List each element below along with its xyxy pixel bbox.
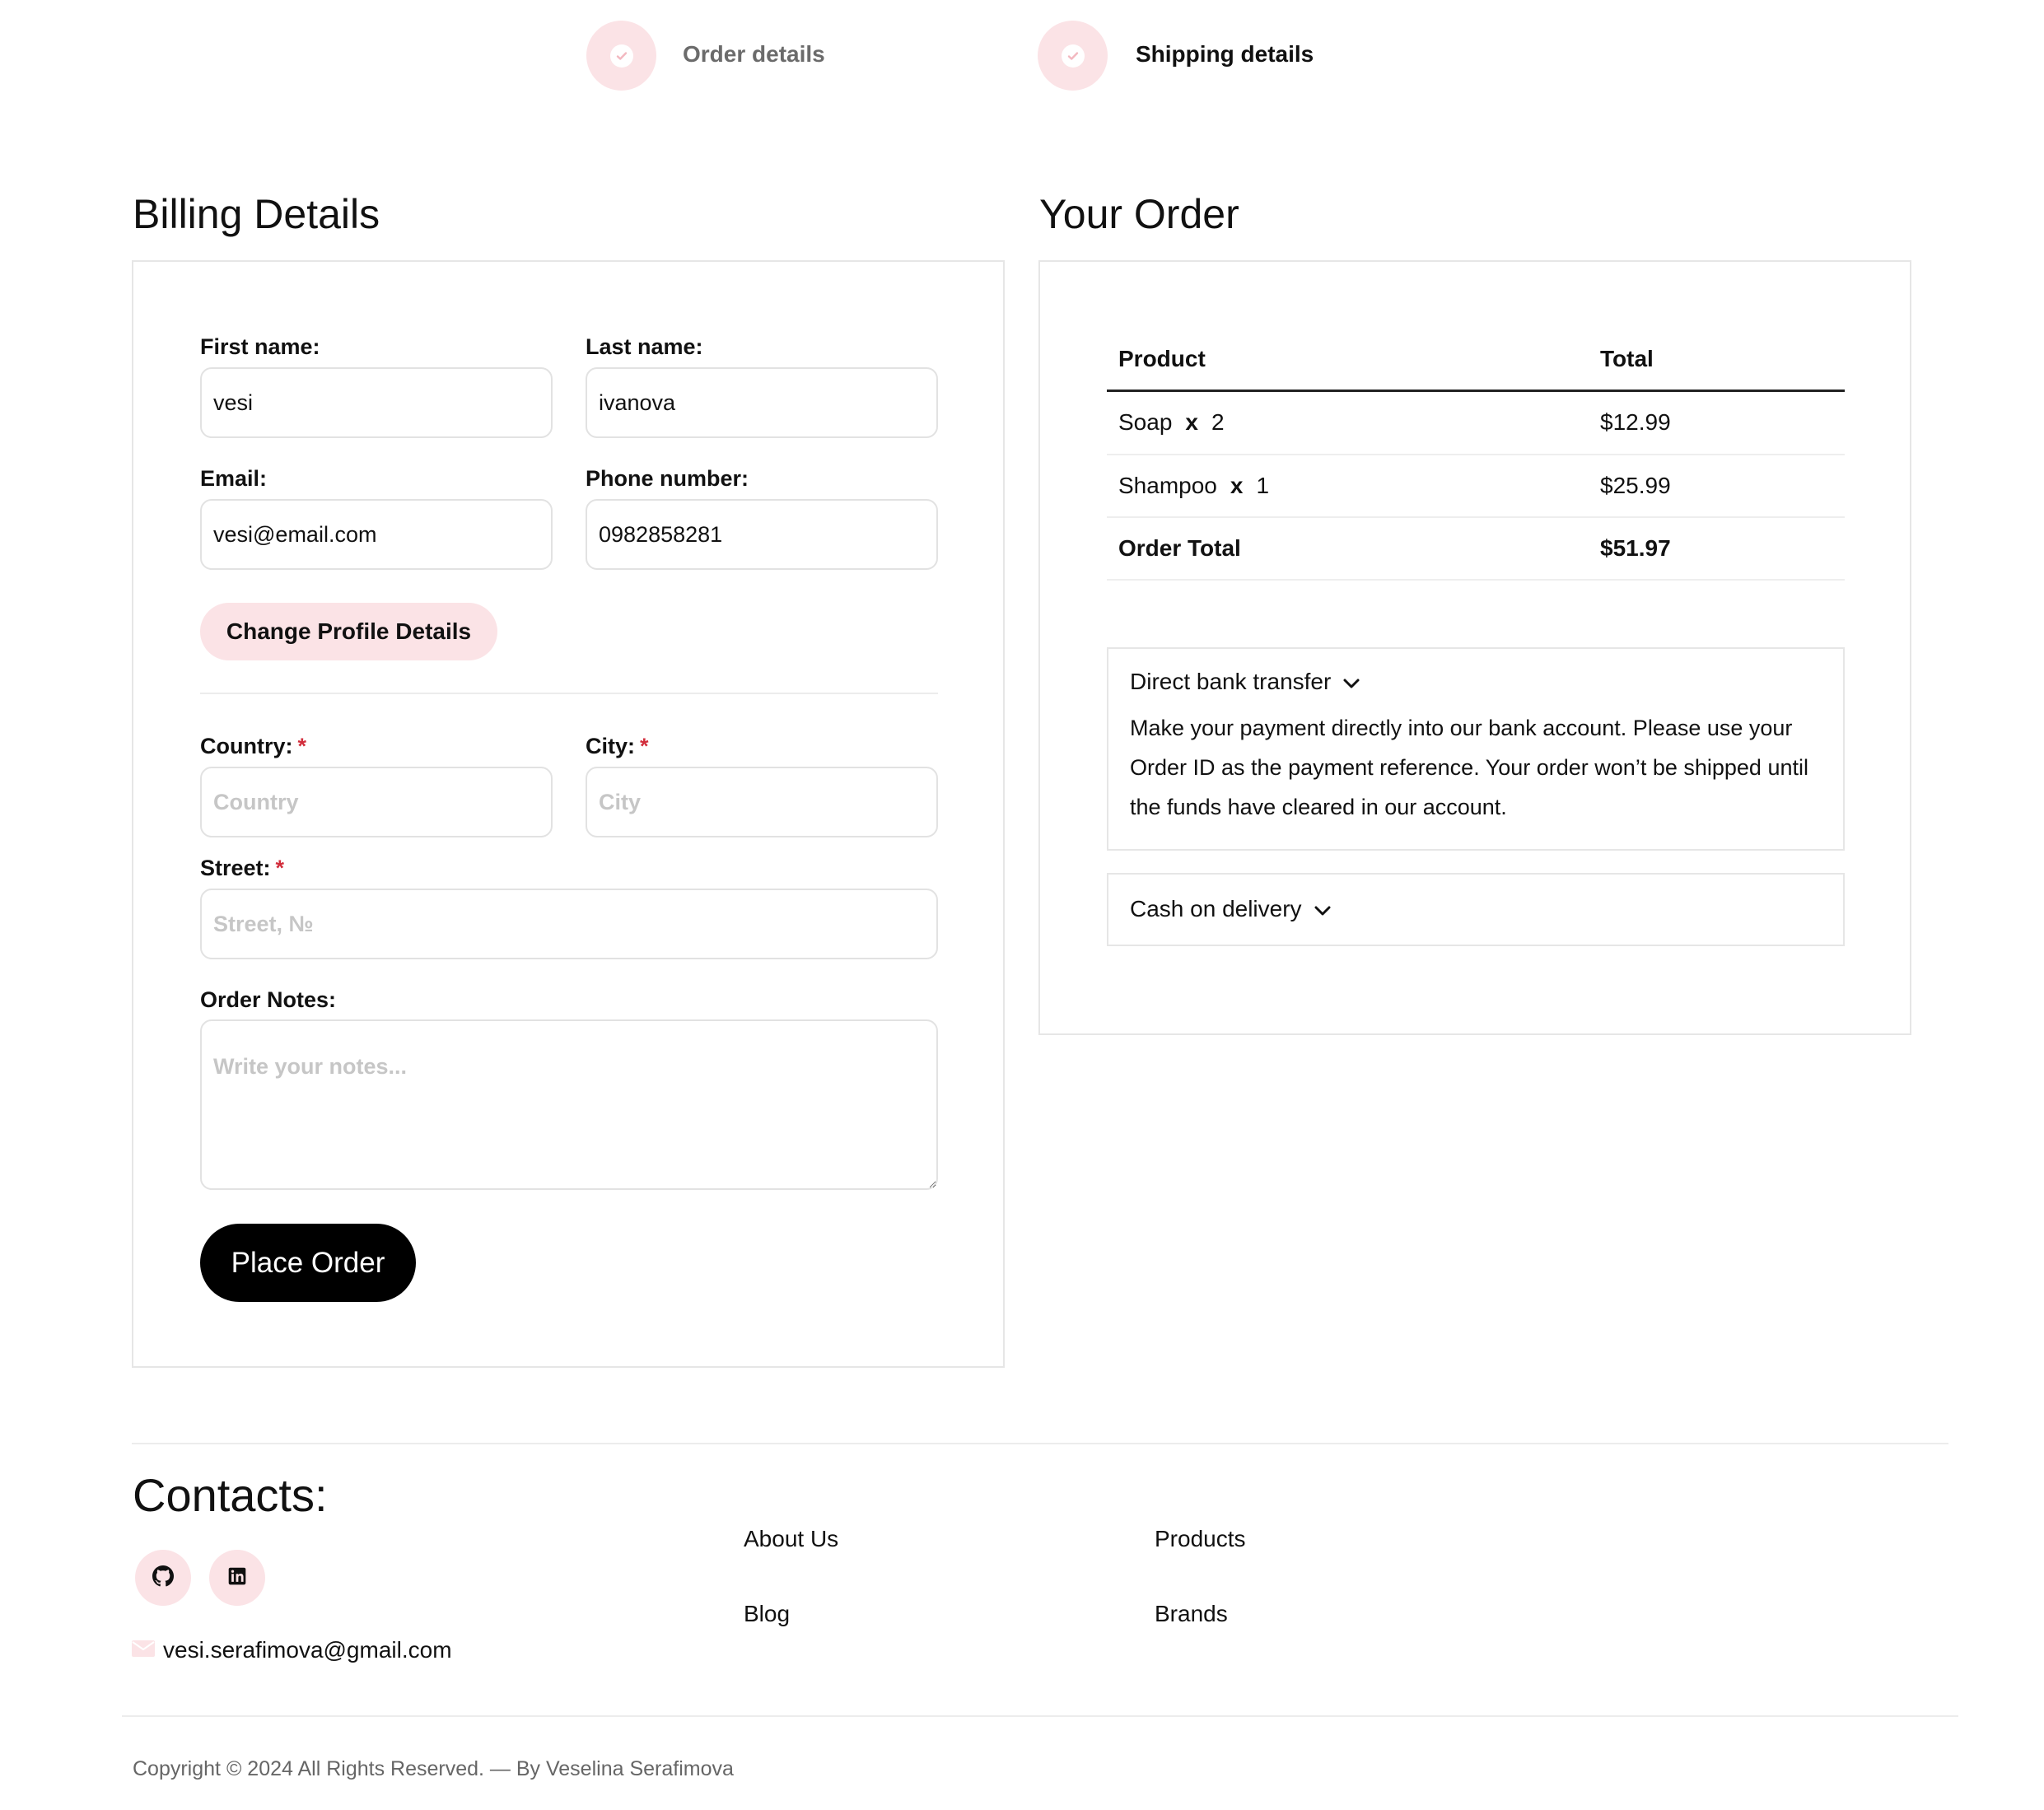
phone-label: Phone number: [586,466,749,491]
column-header-total: Total [1600,346,1654,371]
product-total: $25.99 [1600,473,1671,498]
column-header-product: Product [1118,346,1206,371]
street-label-text: Street: [200,856,271,880]
table-row-divider [1107,454,1845,455]
footer-bottom-divider [122,1715,1958,1717]
notes-label: Order Notes: [200,987,337,1012]
product-name: Soap [1118,409,1173,435]
product-name: Shampoo [1118,473,1217,498]
table-row-divider [1107,516,1845,518]
step-label-order-details: Order details [683,41,825,67]
chevron-down-icon [1342,669,1360,695]
order-total-value: $51.97 [1600,535,1671,561]
email-label: Email: [200,466,268,491]
first-name-label: First name: [200,334,320,359]
street-label: Street: * [200,855,284,881]
city-label: City: * [586,733,649,759]
footer-link-brands[interactable]: Brands [1155,1601,1228,1627]
email-input[interactable] [200,499,553,570]
contacts-title: Contacts: [133,1469,328,1521]
first-name-input[interactable] [200,367,553,438]
required-mark: * [297,734,306,758]
street-input[interactable] [200,889,938,959]
footer-link-about-us[interactable]: About Us [744,1526,838,1552]
times-sign: x [1230,473,1244,498]
bank-transfer-description: Make your payment directly into our bank… [1130,716,1808,819]
check-icon [609,44,633,68]
linkedin-link[interactable] [209,1550,265,1606]
footer-link-products[interactable]: Products [1155,1526,1246,1552]
table-row-product: Shampoo x 1 [1118,473,1269,499]
contact-email[interactable]: vesi.serafimova@gmail.com [132,1637,452,1663]
github-link[interactable] [135,1550,191,1606]
bank-transfer-title: Direct bank transfer [1130,669,1332,694]
required-mark: * [275,856,285,880]
times-sign: x [1185,409,1198,435]
product-quantity: 1 [1256,473,1270,498]
step-circle [1038,21,1108,91]
form-divider [200,693,938,694]
order-title: Your Order [1039,191,1239,237]
last-name-input[interactable] [586,367,938,438]
cash-on-delivery-title: Cash on delivery [1130,896,1302,921]
bank-transfer-toggle[interactable]: Direct bank transfer [1130,669,1360,695]
country-label: Country: * [200,733,306,759]
contact-email-text: vesi.serafimova@gmail.com [163,1637,452,1663]
table-row-divider [1107,579,1845,581]
step-label-shipping-details: Shipping details [1136,41,1314,67]
linkedin-icon [228,1567,246,1589]
step-circle [586,21,656,91]
city-label-text: City: [586,734,635,758]
notes-textarea[interactable] [200,1019,938,1190]
chevron-down-icon [1314,896,1332,922]
table-header-rule [1107,390,1845,392]
footer-link-blog[interactable]: Blog [744,1601,790,1627]
product-total: $12.99 [1600,409,1671,435]
copyright-text: Copyright © 2024 All Rights Reserved. — … [133,1757,734,1780]
required-mark: * [640,734,649,758]
billing-title: Billing Details [133,191,380,237]
cash-on-delivery-toggle[interactable]: Cash on delivery [1130,896,1332,922]
city-input[interactable] [586,767,938,837]
check-icon [1061,44,1085,68]
step-shipping-details [1038,21,1108,91]
country-input[interactable] [200,767,553,837]
country-label-text: Country: [200,734,293,758]
phone-input[interactable] [586,499,938,570]
mail-icon [132,1640,155,1661]
order-total-label: Order Total [1118,535,1241,561]
change-profile-button[interactable]: Change Profile Details [200,603,497,660]
step-order-details [586,21,656,91]
table-row-product: Soap x 2 [1118,409,1225,436]
place-order-button[interactable]: Place Order [200,1224,416,1302]
product-quantity: 2 [1211,409,1225,435]
footer-top-divider [132,1443,1948,1444]
last-name-label: Last name: [586,334,703,359]
github-icon [152,1565,174,1591]
